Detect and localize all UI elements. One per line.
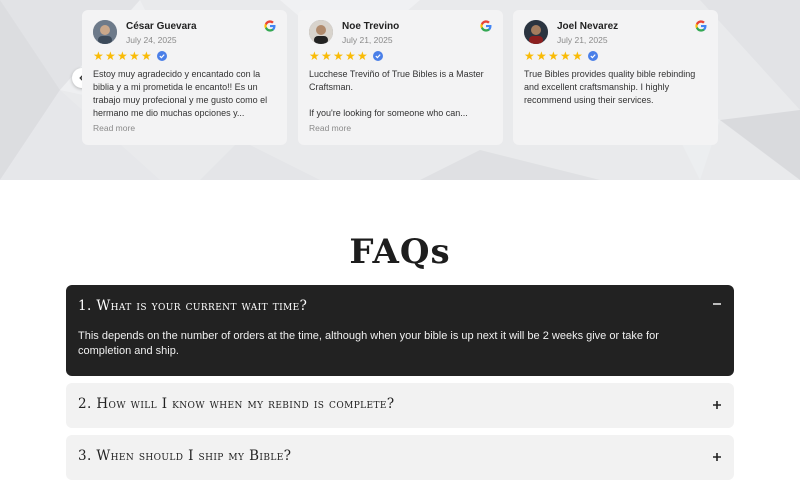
- reviews-section: César Guevara July 24, 2025 ★ ★ ★ ★ ★ Estoy …: [0, 0, 800, 180]
- star-icon: ★: [345, 48, 356, 63]
- star-icon: ★: [524, 48, 535, 63]
- faq-question: 1. What is your current wait time?: [78, 298, 308, 314]
- star-icon: ★: [321, 48, 332, 63]
- plus-icon[interactable]: [712, 452, 722, 462]
- avatar: [309, 20, 333, 44]
- google-icon: [264, 20, 276, 32]
- review-date: July 21, 2025: [342, 35, 393, 45]
- review-card: César Guevara July 24, 2025 ★ ★ ★ ★ ★ Estoy …: [82, 10, 287, 145]
- google-icon: [695, 20, 707, 32]
- star-icon: ★: [548, 48, 559, 63]
- review-text: True Bibles provides quality bible rebin…: [524, 69, 696, 105]
- reviewer-name: Joel Nevarez: [557, 21, 619, 32]
- google-icon: [480, 20, 492, 32]
- star-icon: ★: [129, 48, 140, 63]
- faq-question: 3. When should I ship my Bible?: [78, 448, 292, 464]
- reviewer-name: César Guevara: [126, 21, 197, 32]
- avatar: [93, 20, 117, 44]
- star-icon: ★: [560, 48, 571, 63]
- faq-question: 2. How will I know when my rebind is com…: [78, 396, 395, 412]
- star-rating: ★ ★ ★ ★ ★: [309, 49, 492, 63]
- review-text: Lucchese Treviño of True Bibles is a Mas…: [309, 69, 484, 118]
- star-icon: ★: [117, 48, 128, 63]
- read-more-link[interactable]: Read more: [93, 123, 276, 133]
- review-text: Estoy muy agradecido y encantado con la …: [93, 69, 268, 118]
- faq-title: FAQs: [349, 232, 451, 272]
- read-more-link[interactable]: Read more: [309, 123, 492, 133]
- verified-badge-icon: [588, 51, 598, 61]
- avatar: [524, 20, 548, 44]
- review-card: Joel Nevarez July 21, 2025 ★ ★ ★ ★ ★ True Bi…: [513, 10, 718, 145]
- star-icon: ★: [572, 48, 583, 63]
- review-card: Noe Trevino July 21, 2025 ★ ★ ★ ★ ★ Lucchese…: [298, 10, 503, 145]
- star-icon: ★: [141, 48, 152, 63]
- reviewer-name: Noe Trevino: [342, 21, 400, 32]
- verified-badge-icon: [157, 51, 167, 61]
- star-icon: ★: [357, 48, 368, 63]
- review-date: July 21, 2025: [557, 35, 608, 45]
- star-icon: ★: [333, 48, 344, 63]
- star-icon: ★: [309, 48, 320, 63]
- faq-item-2[interactable]: 2. How will I know when my rebind is com…: [66, 383, 734, 428]
- faq-item-3[interactable]: 3. When should I ship my Bible?: [66, 435, 734, 480]
- star-rating: ★ ★ ★ ★ ★: [524, 49, 707, 63]
- star-rating: ★ ★ ★ ★ ★: [93, 49, 276, 63]
- faq-answer: This depends on the number of orders at …: [78, 330, 659, 357]
- star-icon: ★: [105, 48, 116, 63]
- verified-badge-icon: [373, 51, 383, 61]
- star-icon: ★: [93, 48, 104, 63]
- plus-icon[interactable]: [712, 400, 722, 410]
- minus-icon[interactable]: [712, 299, 722, 309]
- star-icon: ★: [536, 48, 547, 63]
- faq-item-1[interactable]: 1. What is your current wait time? This …: [66, 285, 734, 376]
- review-date: July 24, 2025: [126, 35, 177, 45]
